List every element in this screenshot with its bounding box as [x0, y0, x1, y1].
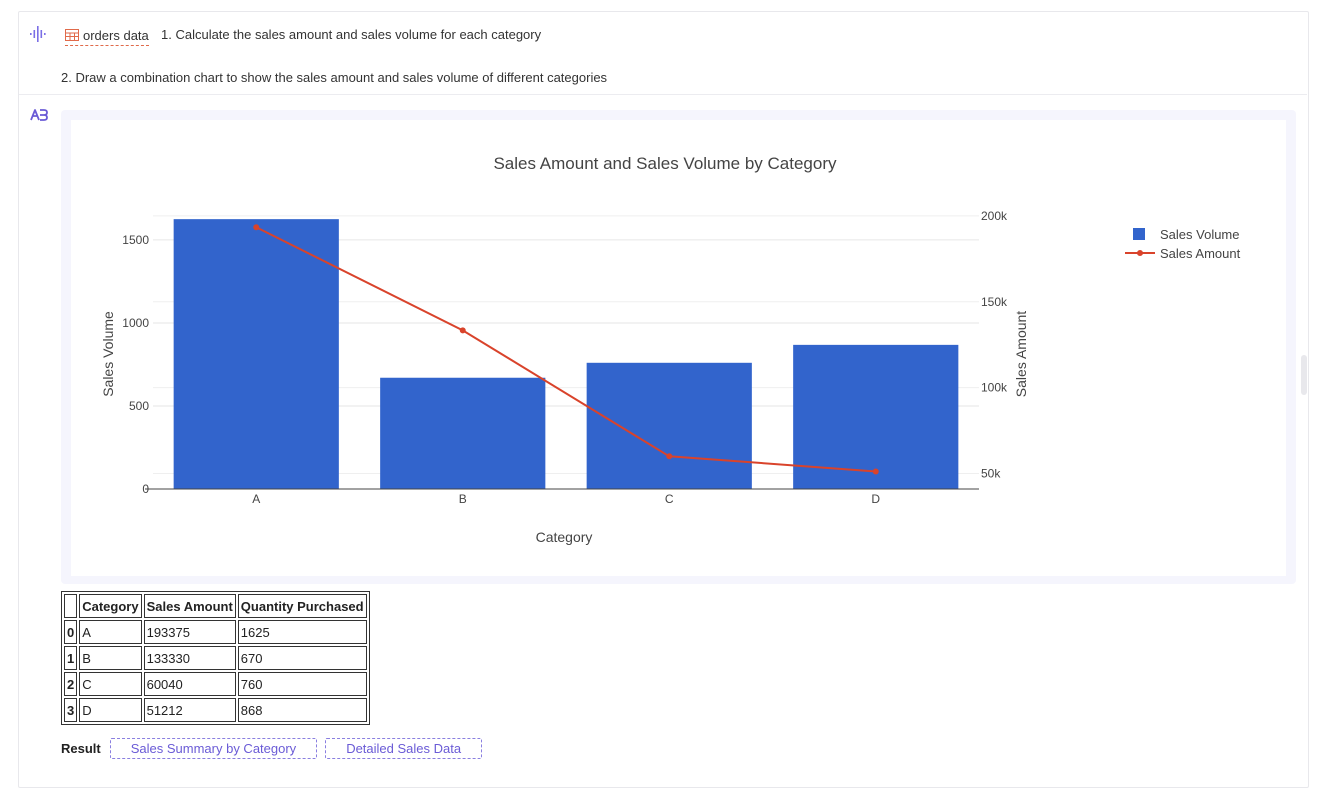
- y-right-axis-label: Sales Amount: [1013, 311, 1029, 397]
- y-right-tick-label: 50k: [981, 467, 1001, 481]
- result-links: Result Sales Summary by Category Detaile…: [61, 737, 483, 759]
- table-cell: 1625: [237, 620, 367, 644]
- table-row-index: 2: [64, 672, 78, 696]
- table-index-header: [64, 594, 78, 618]
- sales-amount-point-D: [872, 468, 879, 475]
- table-row: 2 C 60040 760: [64, 672, 367, 696]
- table-header-row: Category Sales Amount Quantity Purchased: [64, 594, 367, 618]
- question-line-1: 1. Calculate the sales amount and sales …: [161, 27, 542, 42]
- table-row: 0 A 193375 1625: [64, 620, 367, 644]
- table-cell: B: [79, 646, 142, 670]
- table-icon: [65, 29, 79, 41]
- table-cell: 868: [237, 698, 367, 722]
- result-table-wrapper: Category Sales Amount Quantity Purchased 0…: [61, 591, 370, 725]
- bar-A: [173, 219, 339, 489]
- voice-wave-icon: [30, 26, 46, 42]
- assistant-logo-icon: [30, 109, 48, 121]
- y-right-tick-label: 150k: [981, 295, 1008, 309]
- table-row-index: 0: [64, 620, 78, 644]
- table-cell: C: [79, 672, 142, 696]
- y-left-axis-label: Sales Volume: [100, 311, 116, 397]
- result-label: Result: [61, 740, 101, 756]
- table-cell: 60040: [143, 672, 236, 696]
- table-column-header: Quantity Purchased: [237, 594, 367, 618]
- y-left-tick-label: 1500: [122, 233, 149, 247]
- table-cell: A: [79, 620, 142, 644]
- chart-title: Sales Amount and Sales Volume by Categor…: [493, 154, 837, 173]
- x-axis-label: Category: [536, 529, 593, 545]
- table-column-header: Sales Amount: [143, 594, 236, 618]
- y-left-tick-label: 500: [129, 399, 149, 413]
- sales-amount-point-A: [253, 224, 260, 231]
- sales-amount-point-C: [666, 453, 673, 460]
- table-row-index: 1: [64, 646, 78, 670]
- y-left-tick-label: 1000: [122, 316, 149, 330]
- sales-summary-button[interactable]: Sales Summary by Category: [109, 737, 318, 759]
- sales-amount-line: [255, 226, 876, 473]
- x-tick-label: C: [665, 492, 674, 506]
- x-tick-label: D: [871, 492, 880, 506]
- result-table: Category Sales Amount Quantity Purchased 0…: [61, 591, 370, 725]
- table-row: 1 B 133330 670: [64, 646, 367, 670]
- combo-chart: Sales Amount and Sales Volume by Categor…: [100, 154, 1241, 545]
- table-cell: 51212: [143, 698, 236, 722]
- chart-legend[interactable]: Sales Volume Sales Amount: [1125, 227, 1241, 261]
- y-right-tick-label: 200k: [981, 209, 1008, 223]
- table-cell: 760: [237, 672, 367, 696]
- table-column-header: Category: [79, 594, 142, 618]
- question-line-2: 2. Draw a combination chart to show the …: [61, 70, 608, 85]
- legend-swatch-bar: [1133, 228, 1145, 240]
- scrollbar-handle[interactable]: [1301, 355, 1307, 395]
- legend-label-sales-volume[interactable]: Sales Volume: [1160, 227, 1240, 242]
- x-tick-label: A: [252, 492, 260, 506]
- sales-amount-point-B: [459, 327, 466, 334]
- divider: [19, 94, 1307, 95]
- legend-swatch-marker: [1137, 250, 1143, 256]
- table-row-index: 3: [64, 698, 78, 722]
- table-cell: 670: [237, 646, 367, 670]
- x-tick-label: B: [459, 492, 467, 506]
- table-row: 3 D 51212 868: [64, 698, 367, 722]
- table-cell: 193375: [143, 620, 236, 644]
- y-right-tick-label: 100k: [981, 381, 1008, 395]
- bar-C: [586, 362, 752, 489]
- orders-data-label: orders data: [83, 27, 149, 43]
- chart-container: Sales Amount and Sales Volume by Categor…: [71, 120, 1286, 576]
- legend-label-sales-amount[interactable]: Sales Amount: [1160, 246, 1241, 261]
- table-cell: 133330: [143, 646, 236, 670]
- detailed-sales-data-button[interactable]: Detailed Sales Data: [325, 737, 483, 759]
- orders-data-chip[interactable]: orders data: [65, 26, 149, 46]
- table-cell: D: [79, 698, 142, 722]
- bar-B: [380, 377, 546, 489]
